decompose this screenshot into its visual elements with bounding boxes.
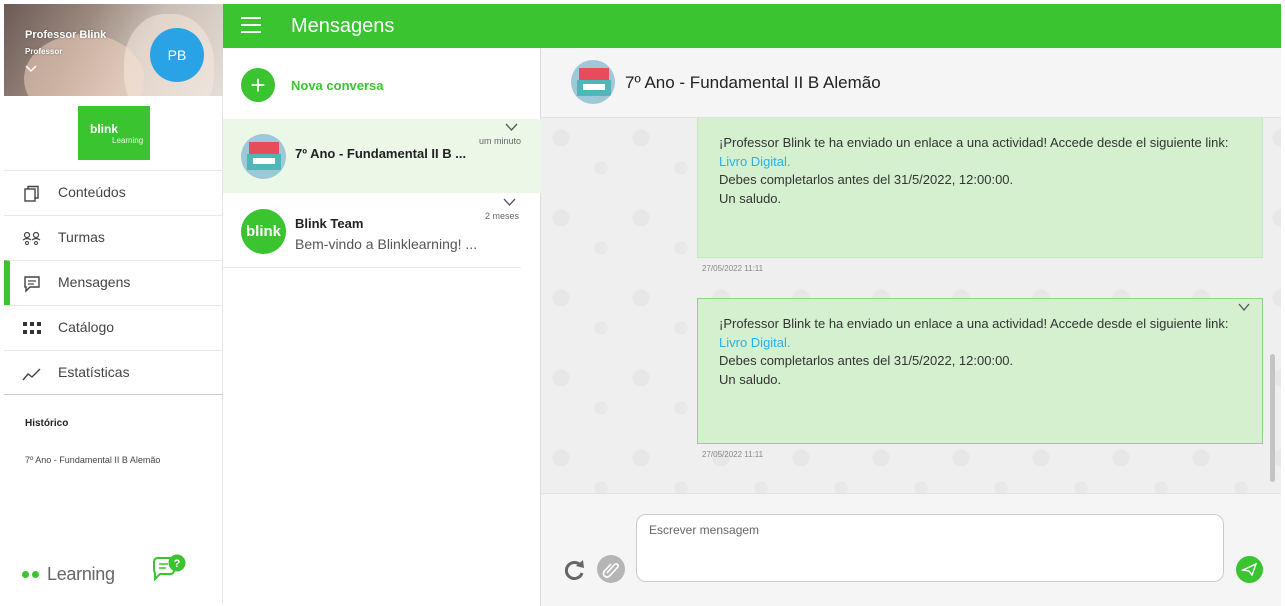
page-title: Mensagens	[291, 15, 395, 37]
new-conversation-label: Nova conversa	[291, 77, 384, 93]
conversation-item[interactable]: 7º Ano - Fundamental II B ... um minuto	[223, 119, 541, 193]
sidebar-item-label: Catálogo	[58, 319, 115, 335]
conversation-name: 7º Ano - Fundamental II B ...	[295, 146, 467, 161]
message-timestamp: 27/05/2022 11:11	[702, 264, 764, 273]
divider	[4, 394, 223, 395]
new-conversation-button[interactable]: + Nova conversa	[241, 68, 384, 102]
logo-text: Learning	[47, 564, 115, 584]
profile-role: Professor	[25, 47, 63, 56]
logo-dot	[22, 571, 29, 578]
scrollbar[interactable]	[1270, 354, 1275, 482]
sidebar-item-estatisticas[interactable]: Estatísticas	[4, 350, 223, 395]
chevron-down-icon[interactable]	[25, 63, 37, 73]
chat-title: 7º Ano - Fundamental II B Alemão	[625, 73, 881, 92]
message-icon	[22, 274, 42, 294]
grid-icon	[22, 319, 42, 339]
logo-dot	[32, 571, 39, 578]
svg-text:?: ?	[174, 558, 181, 570]
chat-pane: 7º Ano - Fundamental II B Alemão ¡Profes…	[541, 48, 1281, 606]
class-thumbnail	[241, 134, 286, 179]
conversation-list: + Nova conversa 7º Ano - Fundamental II …	[223, 48, 541, 606]
sidebar-item-mensagens[interactable]: Mensagens	[4, 260, 223, 305]
help-chat-icon[interactable]: ?	[150, 554, 188, 584]
blink-team-avatar: blink	[241, 209, 286, 254]
sidebar-item-label: Turmas	[58, 229, 105, 245]
chevron-down-icon[interactable]	[505, 123, 518, 132]
sidebar-item-catalogo[interactable]: Catálogo	[4, 305, 223, 350]
conversation-time: 2 meses	[484, 211, 519, 221]
conversation-time: um minuto	[478, 136, 521, 146]
avatar[interactable]: PB	[150, 28, 204, 82]
message-text: ¡Professor Blink te ha enviado un enlace…	[719, 316, 1229, 331]
message-list[interactable]: ¡Professor Blink te ha enviado un enlace…	[541, 118, 1281, 493]
blink-logo: blink Learning	[78, 106, 150, 160]
reload-icon[interactable]	[561, 557, 587, 583]
profile-name: Professor Blink	[25, 29, 107, 41]
message-text: ¡Professor Blink te ha enviado un enlace…	[719, 135, 1229, 150]
chart-icon	[22, 364, 42, 384]
message-text: Debes completarlos antes del 31/5/2022, …	[719, 353, 1014, 368]
message-input[interactable]	[636, 514, 1224, 582]
top-bar: Mensagens	[223, 4, 1281, 48]
sidebar: Professor Blink Professor PB blink Learn…	[4, 4, 223, 604]
message-bubble[interactable]: ¡Professor Blink te ha enviado un enlace…	[697, 298, 1263, 444]
sidebar-nav: Conteúdos Turmas Mensagens Catálogo Esta…	[4, 170, 223, 395]
sidebar-item-label: Estatísticas	[58, 364, 130, 380]
message-link[interactable]: Livro Digital.	[719, 153, 1241, 172]
message-text: Debes completarlos antes del 31/5/2022, …	[719, 172, 1014, 187]
conversation-item[interactable]: blink Blink Team Bem-vindo a Blinklearni…	[223, 194, 521, 268]
document-icon	[22, 184, 42, 204]
message-bubble[interactable]: ¡Professor Blink te ha enviado un enlace…	[697, 118, 1263, 258]
message-text: Un saludo.	[719, 371, 782, 387]
send-button[interactable]	[1236, 556, 1263, 583]
conversation-preview: Bem-vindo a Blinklearning! ...	[295, 236, 478, 252]
sidebar-item-conteudos[interactable]: Conteúdos	[4, 170, 223, 215]
composer	[541, 493, 1281, 606]
profile-banner[interactable]: Professor Blink Professor PB	[4, 4, 223, 96]
message-text: Un saludo.	[719, 190, 782, 206]
hamburger-icon[interactable]	[241, 17, 261, 33]
learning-logo: Learning	[22, 564, 115, 585]
chevron-down-icon[interactable]	[1238, 303, 1250, 312]
paperclip-icon[interactable]	[597, 555, 625, 583]
history-title: Histórico	[25, 418, 69, 429]
conversation-name: Blink Team	[295, 216, 364, 231]
send-icon	[1240, 562, 1258, 577]
sidebar-item-label: Mensagens	[58, 274, 131, 290]
class-thumbnail	[571, 60, 615, 104]
history-item[interactable]: 7º Ano - Fundamental II B Alemão	[25, 455, 160, 465]
people-icon	[22, 229, 42, 249]
logo-word: blink	[90, 122, 119, 136]
plus-icon: +	[241, 68, 275, 102]
chevron-down-icon[interactable]	[503, 198, 516, 207]
chat-header: 7º Ano - Fundamental II B Alemão	[541, 48, 1281, 118]
message-link[interactable]: Livro Digital.	[719, 334, 1241, 353]
message-timestamp: 27/05/2022 11:11	[702, 450, 764, 459]
sidebar-item-label: Conteúdos	[58, 184, 126, 200]
logo-subword: Learning	[112, 136, 144, 145]
sidebar-item-turmas[interactable]: Turmas	[4, 215, 223, 260]
